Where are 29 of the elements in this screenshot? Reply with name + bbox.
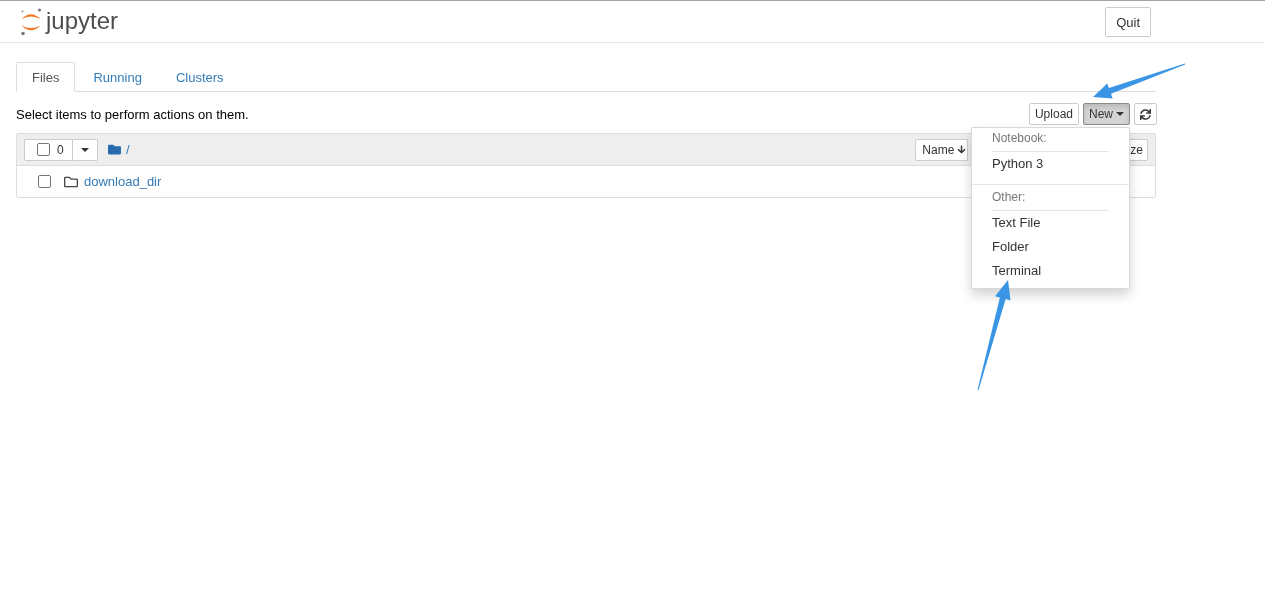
tab[interactable]: Running [77, 62, 158, 92]
folder-icon [64, 174, 78, 189]
sort-arrow-icon [957, 145, 967, 154]
refresh-button[interactable] [1134, 103, 1157, 125]
menu-section-heading: Other: [991, 190, 1027, 204]
instruction-text: Select items to perform actions on them. [16, 106, 249, 122]
upload-button[interactable]: Upload [1028, 103, 1079, 125]
menu-item[interactable]: Python 3 [972, 152, 1129, 176]
selection-menu-button[interactable] [73, 138, 98, 161]
refresh-icon [1140, 108, 1151, 120]
menu-item[interactable]: Folder [972, 235, 1129, 259]
checkbox[interactable] [37, 143, 50, 156]
new-button[interactable]: New [1083, 103, 1130, 125]
caret-icon [81, 147, 89, 152]
caret-icon [1116, 112, 1124, 116]
breadcrumb-link[interactable]: / [126, 142, 130, 157]
folder-icon [108, 143, 121, 156]
folder-link[interactable]: download_dir [84, 174, 162, 189]
logo-text: jupyter [46, 6, 119, 35]
sort-button[interactable]: Name [915, 138, 969, 161]
tab[interactable]: Files [16, 62, 76, 92]
logo-icon [20, 7, 42, 36]
menu-item[interactable]: Text File [972, 211, 1129, 235]
checkbox[interactable] [38, 175, 51, 188]
quit-button[interactable]: Quit [1105, 7, 1151, 37]
menu-item[interactable]: Terminal [972, 259, 1129, 283]
select-all-button[interactable]: 0 [24, 138, 73, 161]
tab[interactable]: Clusters [159, 62, 240, 92]
menu-section-heading: Notebook: [991, 131, 1048, 145]
